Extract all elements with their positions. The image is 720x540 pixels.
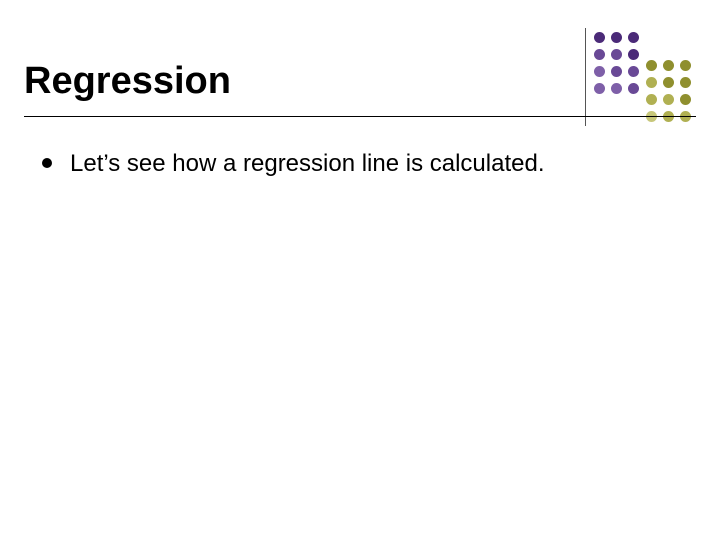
bullet-text: Let’s see how a regression line is calcu… [70,148,545,179]
title-row: Regression [24,60,696,103]
slide-body: Let’s see how a regression line is calcu… [42,148,680,179]
slide-title: Regression [24,60,696,103]
title-underline [24,116,696,117]
slide: Regression Let’s see how a regression li… [0,0,720,540]
bullet-item: Let’s see how a regression line is calcu… [42,148,680,179]
bullet-dot-icon [42,158,52,168]
